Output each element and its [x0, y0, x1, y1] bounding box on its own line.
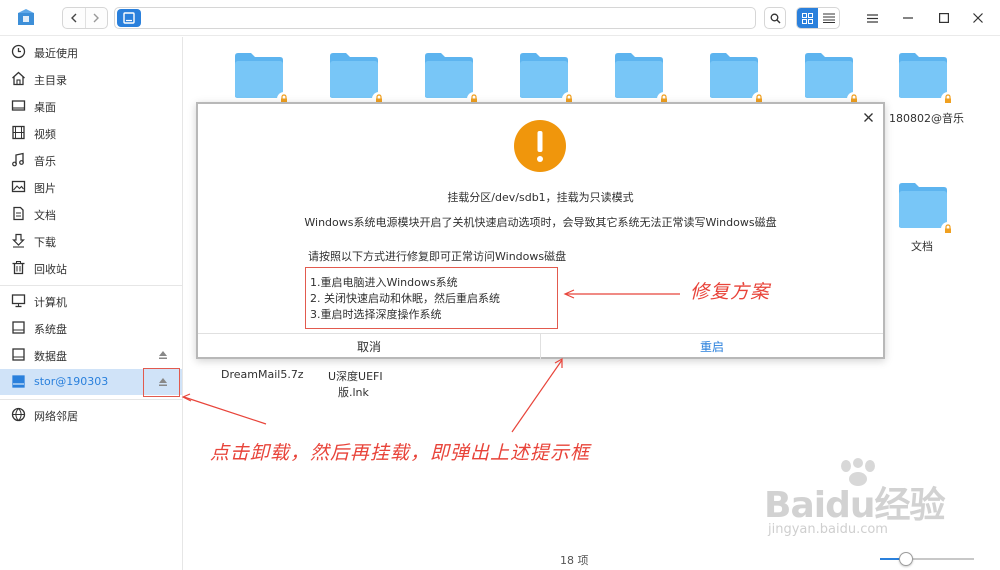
- watermark-brand: Baidu经验: [764, 485, 945, 526]
- zoom-handle[interactable]: [899, 552, 913, 566]
- zoom-slider[interactable]: [880, 552, 974, 566]
- arrow-to-steps: [563, 289, 680, 299]
- item-count: 18 项: [560, 554, 589, 567]
- eject-annotation: 点击卸载，然后再挂载，即弹出上述提示框: [210, 442, 591, 464]
- arrow-to-dialog: [511, 357, 563, 433]
- arrow-to-eject: [181, 393, 267, 425]
- baidu-watermark: Baidu经验 jingyan.baidu.com: [756, 458, 956, 550]
- file-manager-window: 最近使用 主目录 桌面 视频 音乐 图片 文档 下载 回收站 计算机 系统盘 数…: [0, 0, 1000, 570]
- watermark-site: jingyan.baidu.com: [768, 522, 888, 537]
- fix-annotation: 修复方案: [690, 281, 771, 303]
